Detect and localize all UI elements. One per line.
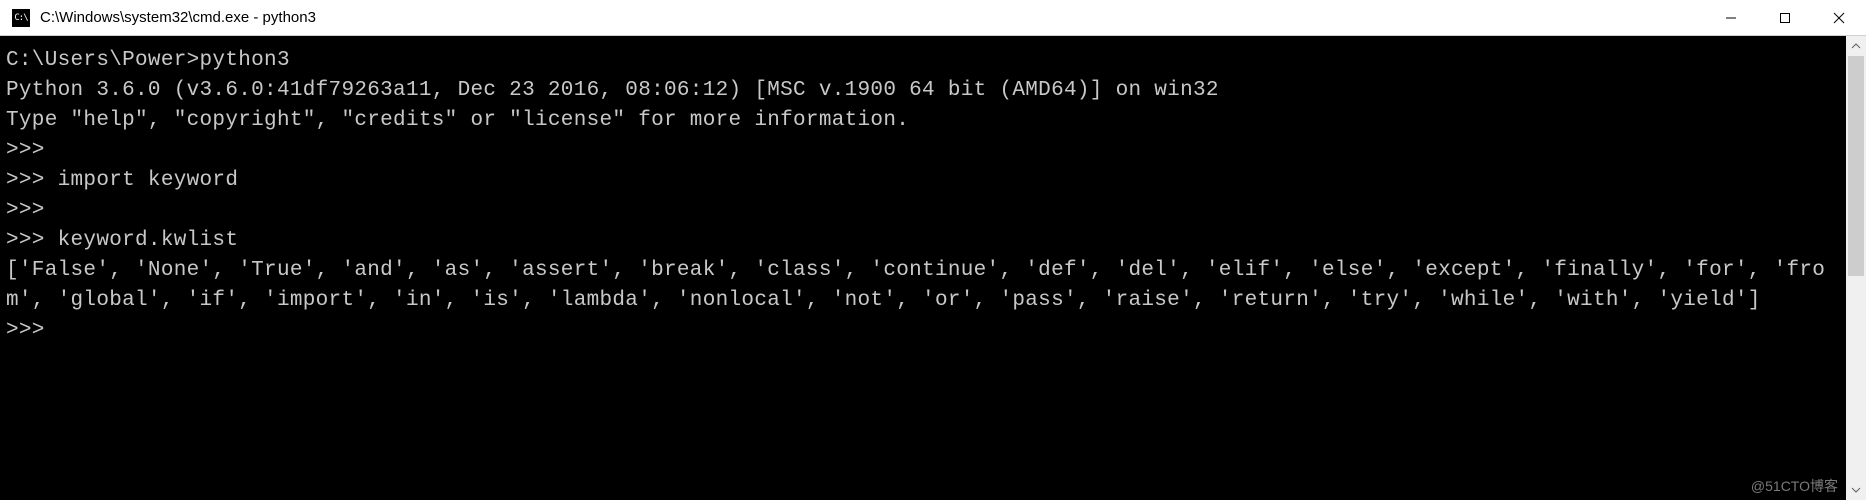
cmd-window: C:\ C:\Windows\system32\cmd.exe - python… xyxy=(0,0,1866,500)
terminal-line: >>> xyxy=(6,139,45,162)
close-icon xyxy=(1833,12,1845,24)
cmd-app-icon: C:\ xyxy=(12,9,30,27)
scroll-down-button[interactable] xyxy=(1846,480,1866,500)
scroll-thumb[interactable] xyxy=(1848,56,1864,276)
vertical-scrollbar[interactable] xyxy=(1846,36,1866,500)
terminal-line: >>> xyxy=(6,199,45,222)
terminal-line: Type "help", "copyright", "credits" or "… xyxy=(6,109,909,132)
scroll-up-button[interactable] xyxy=(1846,36,1866,56)
terminal-line: Python 3.6.0 (v3.6.0:41df79263a11, Dec 2… xyxy=(6,79,1219,102)
chevron-down-icon xyxy=(1851,485,1861,495)
minimize-button[interactable] xyxy=(1704,0,1758,36)
window-title: C:\Windows\system32\cmd.exe - python3 xyxy=(40,9,316,26)
terminal-line: ['False', 'None', 'True', 'and', 'as', '… xyxy=(6,259,1825,312)
terminal-line: >>> import keyword xyxy=(6,169,238,192)
close-button[interactable] xyxy=(1812,0,1866,36)
titlebar[interactable]: C:\ C:\Windows\system32\cmd.exe - python… xyxy=(0,0,1866,36)
maximize-icon xyxy=(1779,12,1791,24)
maximize-button[interactable] xyxy=(1758,0,1812,36)
client-area: C:\Users\Power>python3 Python 3.6.0 (v3.… xyxy=(0,36,1866,500)
terminal-line: >>> xyxy=(6,319,45,342)
minimize-icon xyxy=(1725,12,1737,24)
terminal-line: C:\Users\Power>python3 xyxy=(6,49,290,72)
terminal-line: >>> keyword.kwlist xyxy=(6,229,238,252)
terminal-output[interactable]: C:\Users\Power>python3 Python 3.6.0 (v3.… xyxy=(0,36,1846,500)
chevron-up-icon xyxy=(1851,41,1861,51)
